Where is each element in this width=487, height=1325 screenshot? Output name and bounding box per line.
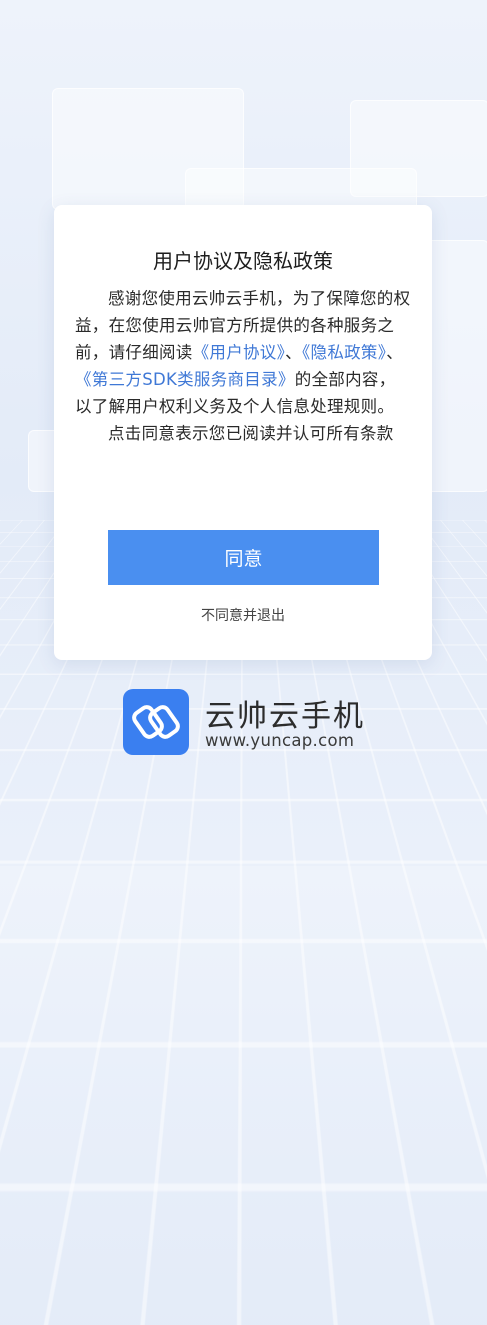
dialog-title: 用户协议及隐私政策 — [153, 249, 333, 273]
user-agreement-link[interactable]: 《用户协议》 — [193, 343, 286, 362]
linked-rings-icon — [123, 689, 189, 755]
agreement-paragraph: 感谢您使用云帅云手机，为了保障您的权益，在您使用云帅官方所提供的各种服务之前，请… — [75, 285, 411, 420]
agree-button[interactable]: 同意 — [108, 530, 379, 585]
brand-url: www.yuncap.com — [205, 731, 355, 750]
privacy-policy-link[interactable]: 《隐私政策》 — [302, 343, 386, 362]
brand-name: 云帅云手机 — [205, 699, 365, 734]
privacy-dialog: 用户协议及隐私政策 感谢您使用云帅云手机，为了保障您的权益，在您使用云帅官方所提… — [54, 205, 432, 660]
disagree-exit-button[interactable]: 不同意并退出 — [54, 605, 432, 625]
dialog-body: 感谢您使用云帅云手机，为了保障您的权益，在您使用云帅官方所提供的各种服务之前，请… — [75, 285, 411, 447]
background-panel — [350, 100, 487, 197]
consent-paragraph: 点击同意表示您已阅读并认可所有条款 — [108, 424, 394, 443]
third-party-sdk-link[interactable]: 《第三方SDK类服务商目录》 — [75, 370, 295, 389]
separator: 、 — [386, 343, 404, 362]
separator: 、 — [285, 343, 302, 362]
